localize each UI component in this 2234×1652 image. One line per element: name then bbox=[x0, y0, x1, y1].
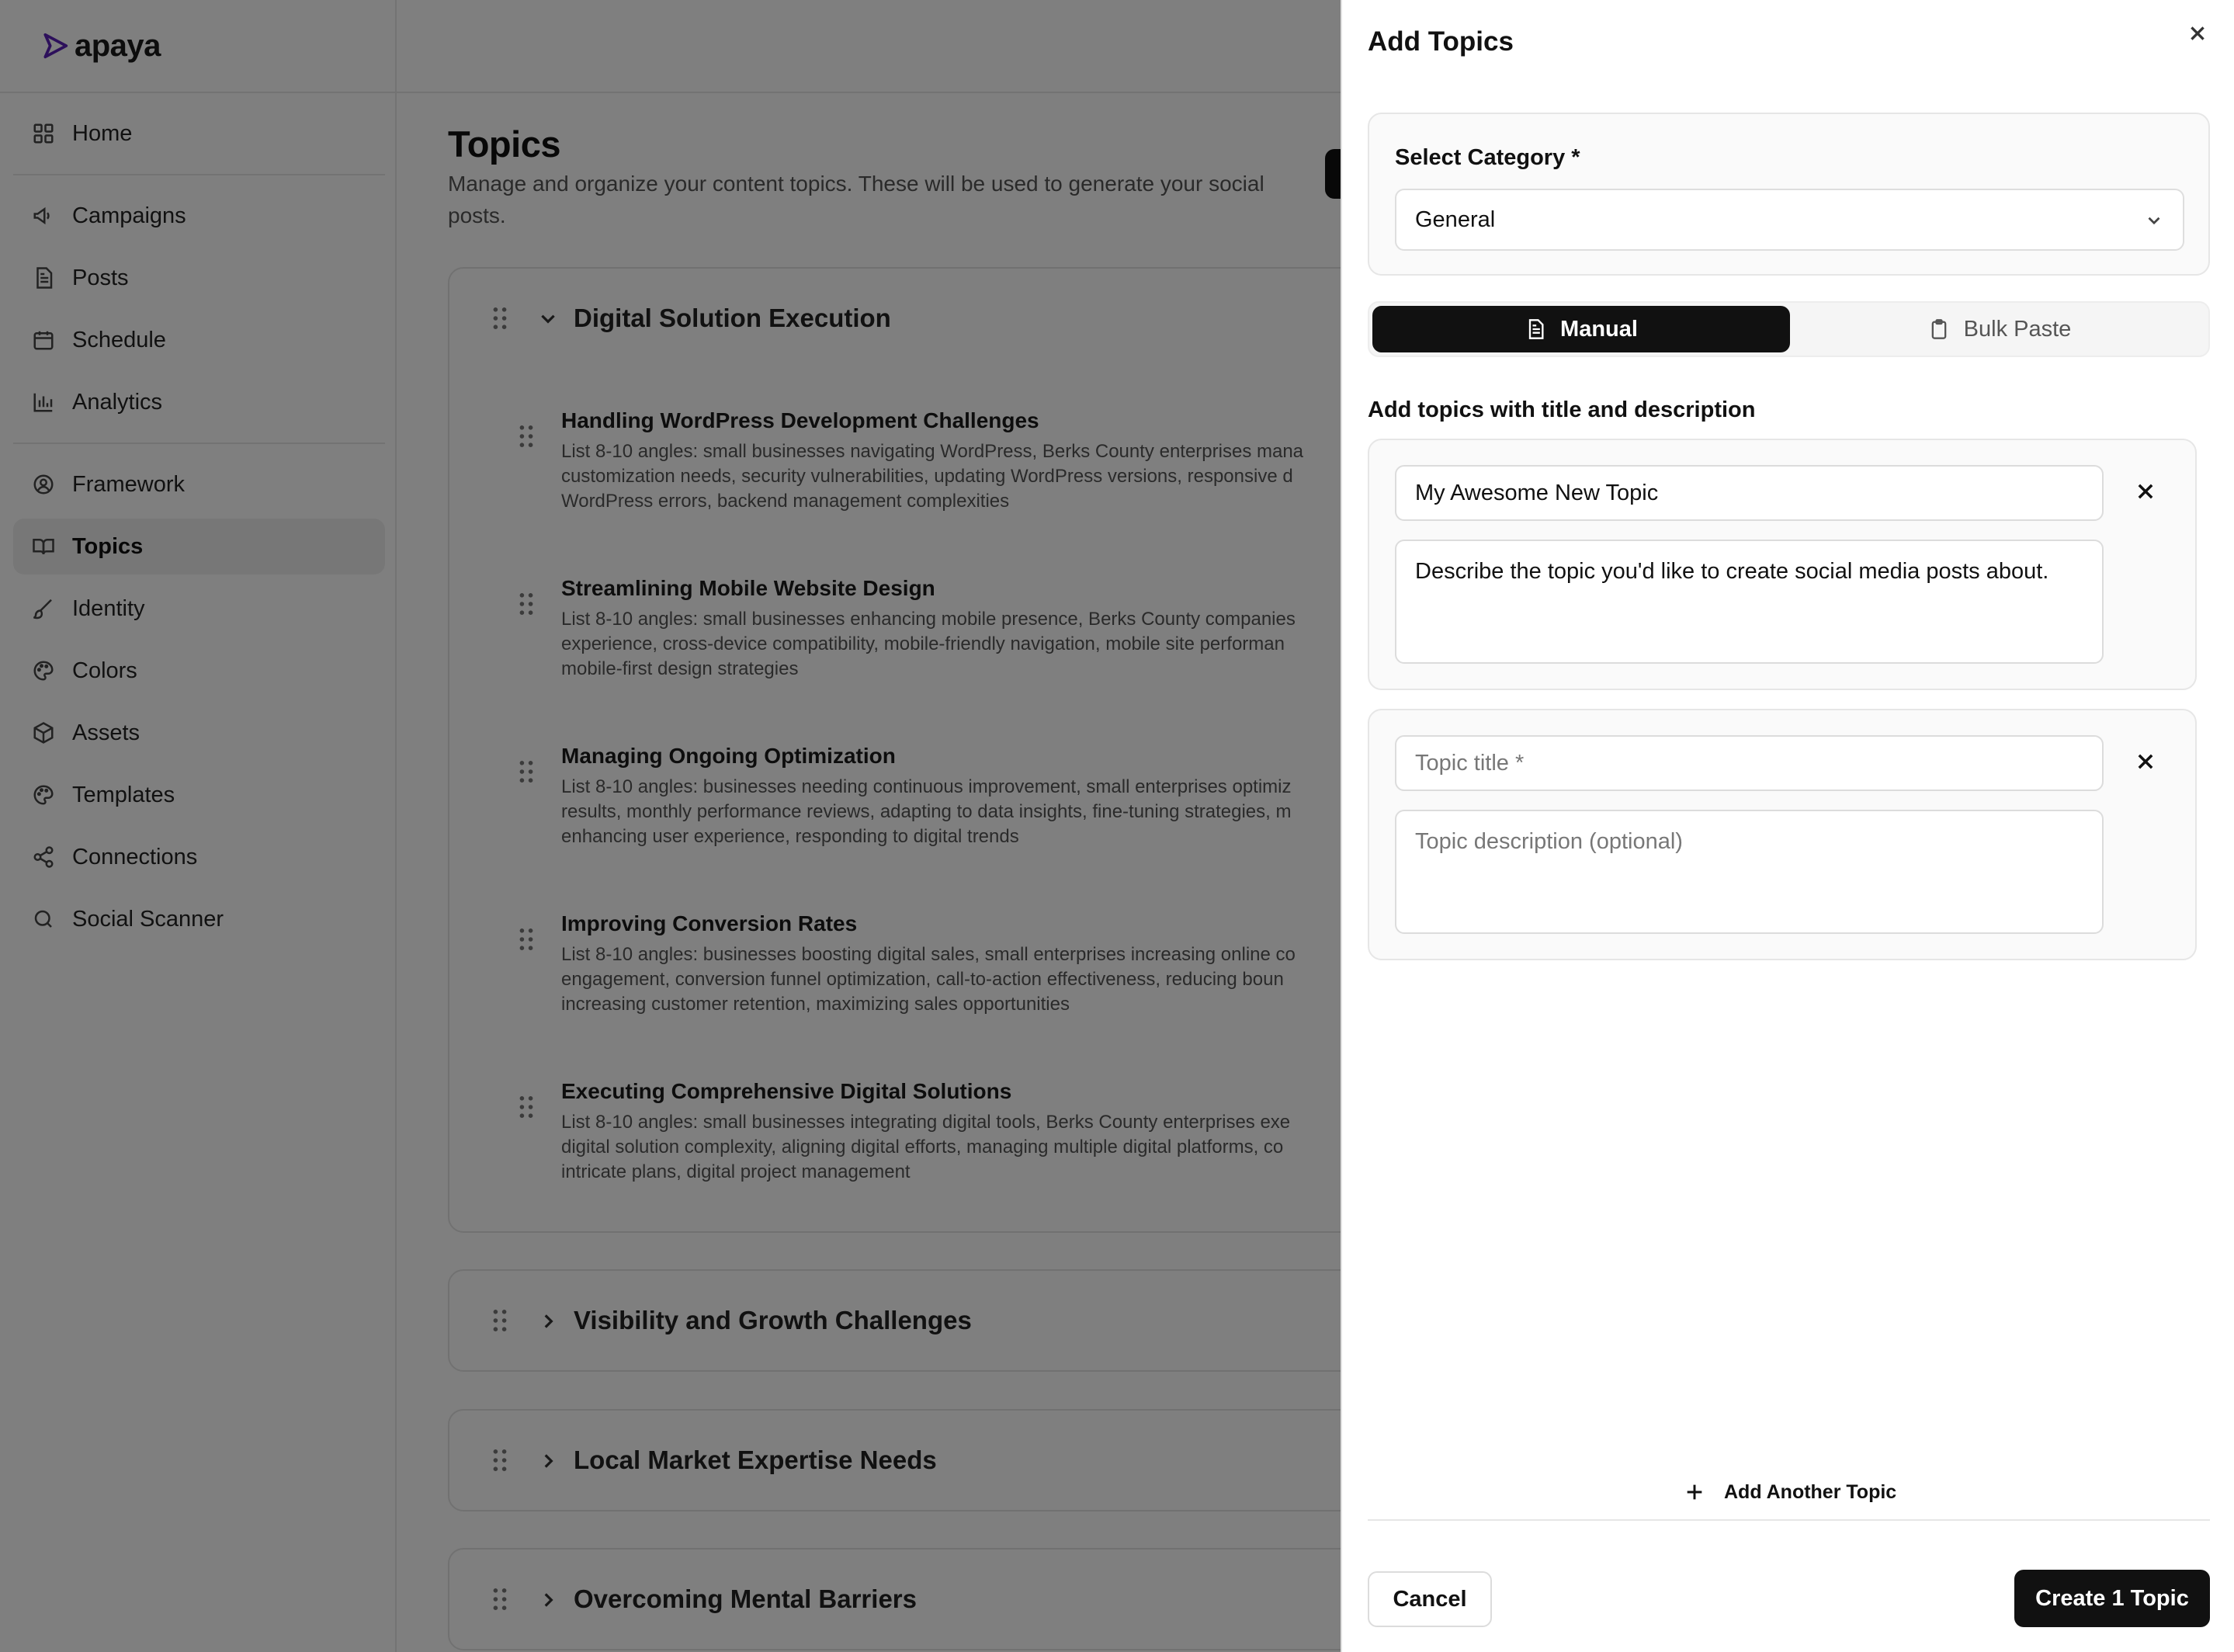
category-select[interactable]: General bbox=[1395, 189, 2184, 251]
document-icon bbox=[1528, 319, 1544, 339]
tab-label: Manual bbox=[1560, 316, 1638, 342]
tab-bulk-paste[interactable]: Bulk Paste bbox=[1791, 306, 2208, 352]
mode-tabs: Manual Bulk Paste bbox=[1368, 301, 2210, 357]
chevron-down-icon bbox=[2144, 210, 2164, 231]
add-topics-drawer: Add Topics Select Category * General Man… bbox=[1341, 0, 2234, 1652]
clipboard-icon bbox=[1931, 319, 1947, 339]
remove-topic-icon[interactable] bbox=[2135, 751, 2159, 776]
topic-title-input[interactable] bbox=[1395, 735, 2104, 791]
tab-label: Bulk Paste bbox=[1963, 316, 2072, 342]
section-label: Add topics with title and description bbox=[1368, 397, 1756, 422]
app-root: apaya Home Campaigns Posts bbox=[0, 0, 2234, 1652]
topic-description-input[interactable]: Describe the topic you'd like to create … bbox=[1395, 540, 2104, 664]
category-select-value: General bbox=[1415, 206, 1496, 232]
add-another-topic-button[interactable]: Add Another Topic bbox=[1684, 1475, 1896, 1509]
topic-form bbox=[1368, 709, 2197, 960]
add-another-topic-label: Add Another Topic bbox=[1724, 1480, 1897, 1503]
drawer-title: Add Topics bbox=[1368, 26, 1514, 57]
topic-form: Describe the topic you'd like to create … bbox=[1368, 439, 2197, 690]
category-selector-panel: Select Category * General bbox=[1368, 113, 2210, 276]
cancel-button[interactable]: Cancel bbox=[1368, 1571, 1492, 1627]
tab-manual[interactable]: Manual bbox=[1372, 306, 1790, 352]
create-topic-button[interactable]: Create 1 Topic bbox=[2014, 1570, 2210, 1627]
remove-topic-icon[interactable] bbox=[2135, 481, 2159, 505]
topic-title-input[interactable] bbox=[1395, 465, 2104, 521]
close-icon[interactable] bbox=[2187, 23, 2214, 50]
modal-overlay[interactable] bbox=[0, 0, 1341, 1652]
footer-divider bbox=[1368, 1519, 2210, 1521]
topic-description-input[interactable] bbox=[1395, 810, 2104, 934]
category-label: Select Category * bbox=[1395, 145, 1580, 170]
plus-icon bbox=[1687, 1484, 1702, 1500]
